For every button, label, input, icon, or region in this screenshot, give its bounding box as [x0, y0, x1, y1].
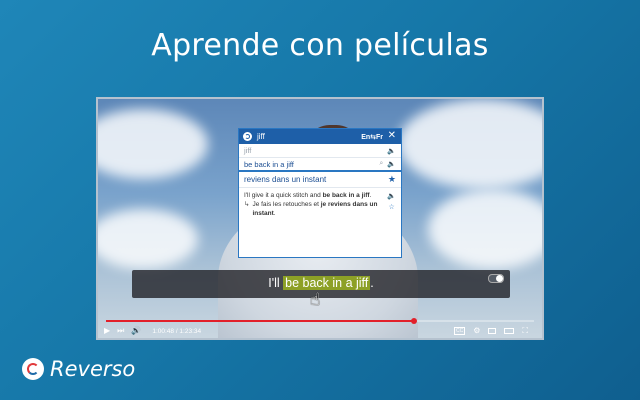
speaker-icon[interactable]: 🔈 — [387, 191, 396, 202]
player-controls-right: CC ⚙ ⛶ — [453, 327, 536, 335]
reverso-logo-icon — [22, 358, 44, 380]
example-source-post: . — [369, 192, 372, 199]
example-text: I'll give it a quick stitch and be back … — [244, 191, 381, 218]
translation-text: reviens dans un instant — [244, 175, 327, 184]
next-icon[interactable]: ⏭ — [117, 327, 124, 335]
volume-icon[interactable]: 🔊 — [131, 327, 141, 335]
brand: Reverso — [22, 357, 135, 381]
search-icon[interactable]: ⌕ — [379, 160, 383, 168]
result-text: be back in a jiff — [244, 159, 294, 169]
example-source: I'll give it a quick stitch and be back … — [244, 191, 381, 200]
example-actions: 🔈 ☆ — [387, 191, 396, 218]
miniplayer-icon[interactable] — [488, 328, 497, 334]
subtitle-toggle[interactable] — [488, 274, 504, 283]
cloud — [398, 99, 542, 189]
progress-fill — [106, 320, 415, 322]
subtitle-pre: I'll — [268, 276, 284, 290]
reverso-popup: jiff En⇆Fr ✕ jiff 🔈 be back in a jiff ⌕ … — [238, 128, 402, 258]
reverso-logo-icon — [243, 132, 252, 141]
cloud — [98, 209, 198, 269]
popup-header: jiff En⇆Fr ✕ — [239, 129, 401, 144]
play-icon[interactable]: ▶ — [104, 327, 110, 335]
progress-bar[interactable] — [106, 318, 534, 324]
translation-row[interactable]: reviens dans un instant ★ — [239, 172, 401, 188]
language-pair-button[interactable]: En⇆Fr — [361, 133, 383, 141]
return-arrow-icon: ↳ — [244, 201, 250, 208]
example-block: I'll give it a quick stitch and be back … — [239, 188, 401, 221]
cloud — [98, 109, 208, 179]
fullscreen-icon[interactable]: ⛶ — [522, 327, 528, 335]
gear-icon[interactable]: ⚙ — [473, 327, 480, 335]
subtitle-post: . — [370, 276, 374, 290]
example-target-pre: Je fais les retouches et — [252, 201, 321, 208]
subtitle-bar: I'll be back in a jiff. — [132, 270, 510, 298]
brand-name: Reverso — [50, 357, 136, 381]
theater-icon[interactable] — [504, 328, 515, 334]
result-text: jiff — [244, 146, 252, 155]
popup-query: jiff — [257, 132, 265, 141]
example-target-post: . — [273, 210, 276, 217]
star-outline-icon[interactable]: ☆ — [389, 202, 395, 213]
example-target: ↳ Je fais les retouches et je reviens da… — [244, 200, 381, 218]
hand-cursor-icon: ☝ — [310, 290, 321, 309]
popup-result-row-selected[interactable]: be back in a jiff ⌕ 🔈 — [239, 158, 401, 172]
popup-result-row[interactable]: jiff 🔈 — [239, 144, 401, 158]
subtitle-text: I'll be back in a jiff. — [132, 276, 510, 290]
example-source-pre: I'll give it a quick stitch and — [244, 192, 323, 199]
speaker-icon[interactable]: 🔈 — [387, 147, 396, 155]
player-controls: ▶ ⏭ 🔊 1:00:48 / 1:23:34 CC ⚙ ⛶ — [98, 324, 542, 338]
subtitle-highlight[interactable]: be back in a jiff — [283, 276, 371, 290]
example-source-highlight: be back in a jiff — [322, 192, 370, 199]
headline: Aprende con películas — [151, 28, 489, 63]
example-target-text: Je fais les retouches et je reviens dans… — [252, 200, 381, 218]
speaker-icon[interactable]: 🔈 — [387, 160, 396, 168]
star-icon[interactable]: ★ — [388, 174, 396, 185]
time-display: 1:00:48 / 1:23:34 — [152, 327, 202, 335]
cc-icon[interactable]: CC — [453, 327, 466, 335]
cloud — [428, 189, 542, 269]
close-icon[interactable]: ✕ — [388, 130, 396, 141]
